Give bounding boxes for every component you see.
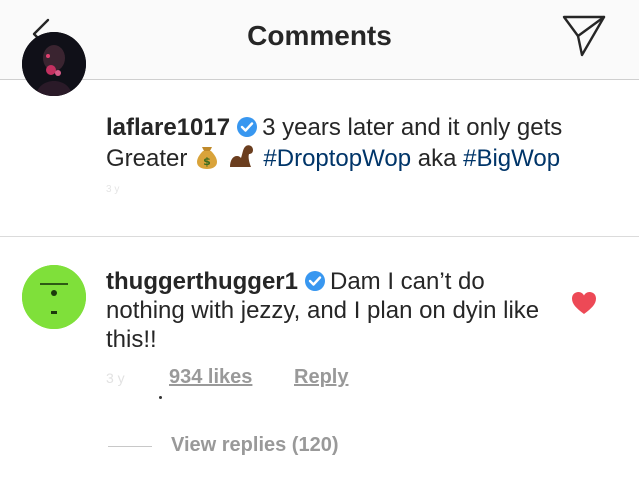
- reply-button[interactable]: Reply: [294, 366, 348, 389]
- avatar-image: [22, 32, 86, 96]
- avatar-image: [22, 265, 86, 329]
- comment: thuggerthugger1 Dam I can’t do nothing w…: [106, 267, 546, 354]
- heart-icon[interactable]: [570, 290, 598, 316]
- paper-plane-icon[interactable]: [560, 12, 608, 58]
- caption-timestamp: 3 y: [106, 184, 120, 195]
- hashtag-link[interactable]: #DroptopWop: [263, 145, 411, 172]
- comment-timestamp: 3 y: [106, 370, 125, 386]
- flexed-biceps-emoji-icon: [229, 145, 253, 167]
- verified-badge-icon: [237, 117, 258, 137]
- avatar[interactable]: [22, 265, 86, 329]
- replies-divider-line: [108, 446, 152, 447]
- avatar[interactable]: [22, 32, 86, 96]
- caption-comment: laflare1017 3 years later and it only ge…: [106, 113, 606, 173]
- caption-mid-text: aka: [417, 145, 457, 172]
- verified-badge-icon: [305, 271, 325, 291]
- page-title: Comments: [247, 20, 392, 51]
- divider-dot: [159, 396, 162, 399]
- money-bag-emoji-icon: $: [197, 147, 218, 169]
- likes-link[interactable]: 934 likes: [169, 366, 252, 389]
- caption-username[interactable]: laflare1017: [106, 114, 230, 141]
- view-replies-button[interactable]: View replies (120): [171, 434, 339, 457]
- svg-text:$: $: [203, 155, 211, 168]
- comments-header: Comments: [0, 0, 639, 80]
- hashtag-link[interactable]: #BigWop: [463, 145, 560, 172]
- comment-username[interactable]: thuggerthugger1: [106, 268, 298, 295]
